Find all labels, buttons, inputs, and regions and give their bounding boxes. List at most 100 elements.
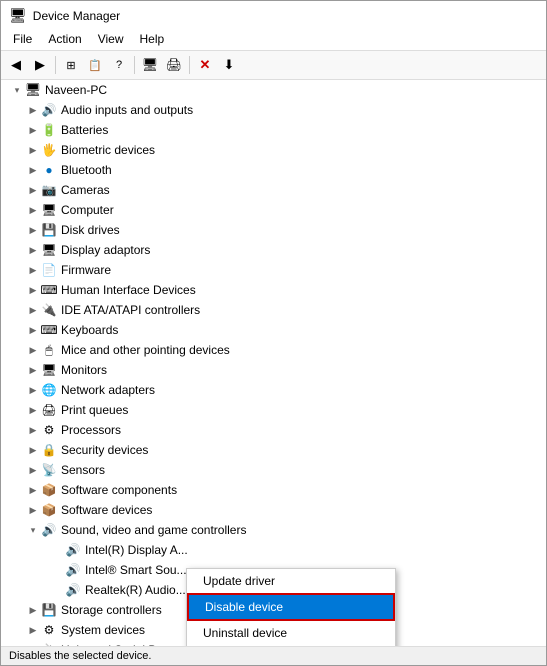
root-toggle[interactable]: ▾ — [9, 82, 25, 98]
toggle-network[interactable]: ▶ — [25, 382, 41, 398]
icon-storage: 💾 — [41, 602, 57, 618]
list-item[interactable]: ▾ 🔊 Sound, video and game controllers — [1, 520, 546, 540]
toggle-storage[interactable]: ▶ — [25, 602, 41, 618]
icon-proc: ⚙ — [41, 422, 57, 438]
label-cameras: Cameras — [61, 181, 110, 199]
context-disable-device[interactable]: Disable device — [187, 593, 395, 621]
icon-cameras: 📷 — [41, 182, 57, 198]
toolbar-help[interactable]: ? — [108, 54, 130, 76]
list-item[interactable]: ▶ 🖐 Biometric devices — [1, 140, 546, 160]
toggle-disk[interactable]: ▶ — [25, 222, 41, 238]
toggle-sound[interactable]: ▾ — [25, 522, 41, 538]
list-item[interactable]: ▶ 📦 Software devices — [1, 500, 546, 520]
icon-computer: 🖥 — [41, 202, 57, 218]
icon-mice: 🖱 — [41, 342, 57, 358]
toggle-cameras[interactable]: ▶ — [25, 182, 41, 198]
toggle-usb[interactable]: ▶ — [25, 642, 41, 646]
toggle-batteries[interactable]: ▶ — [25, 122, 41, 138]
list-item[interactable]: ▶ 🔌 IDE ATA/ATAPI controllers — [1, 300, 546, 320]
toggle-mice[interactable]: ▶ — [25, 342, 41, 358]
icon-monitors: 🖥 — [41, 362, 57, 378]
list-item[interactable]: ▶ 🖥 Display adaptors — [1, 240, 546, 260]
toolbar-scan[interactable]: ⬇ — [218, 54, 240, 76]
root-label: Naveen-PC — [45, 81, 107, 99]
list-item[interactable]: ▶ ● Bluetooth — [1, 160, 546, 180]
toggle-ide[interactable]: ▶ — [25, 302, 41, 318]
label-bluetooth: Bluetooth — [61, 161, 112, 179]
context-uninstall-device[interactable]: Uninstall device — [187, 621, 395, 645]
root-icon: 🖥 — [25, 82, 41, 98]
toolbar-properties[interactable]: ⊞ — [60, 54, 82, 76]
toggle-bluetooth[interactable]: ▶ — [25, 162, 41, 178]
menu-file[interactable]: File — [5, 30, 40, 48]
icon-system: ⚙ — [41, 622, 57, 638]
icon-firmware: 📄 — [41, 262, 57, 278]
icon-sw-dev: 📦 — [41, 502, 57, 518]
toolbar-device-mgr[interactable]: 🖥 — [139, 54, 161, 76]
icon-intel-display: 🔊 — [65, 542, 81, 558]
toggle-proc[interactable]: ▶ — [25, 422, 41, 438]
list-item[interactable]: ▶ 🖥 Monitors — [1, 360, 546, 380]
list-item[interactable]: ▶ 📄 Firmware — [1, 260, 546, 280]
toolbar-back[interactable]: ◀ — [5, 54, 27, 76]
toggle-display[interactable]: ▶ — [25, 242, 41, 258]
label-intel-display: Intel(R) Display A... — [85, 541, 188, 559]
list-item[interactable]: ▶ 📦 Software components — [1, 480, 546, 500]
icon-security: 🔒 — [41, 442, 57, 458]
icon-network: 🌐 — [41, 382, 57, 398]
toggle-keyboards[interactable]: ▶ — [25, 322, 41, 338]
toolbar-update[interactable]: 📋 — [84, 54, 106, 76]
list-item[interactable]: ▶ ⌨ Human Interface Devices — [1, 280, 546, 300]
spacer-2 — [49, 562, 65, 578]
list-item[interactable]: ▶ 🖨 Print queues — [1, 400, 546, 420]
content-area[interactable]: ▾ 🖥 Naveen-PC ▶ 🔊 Audio inputs and outpu… — [1, 80, 546, 646]
toggle-sw-dev[interactable]: ▶ — [25, 502, 41, 518]
menu-help[interactable]: Help — [132, 30, 173, 48]
label-disk: Disk drives — [61, 221, 120, 239]
toggle-system[interactable]: ▶ — [25, 622, 41, 638]
toolbar-forward[interactable]: ▶ — [29, 54, 51, 76]
icon-biometric: 🖐 — [41, 142, 57, 158]
toggle-biometric[interactable]: ▶ — [25, 142, 41, 158]
context-update-driver[interactable]: Update driver — [187, 569, 395, 593]
toggle-firmware[interactable]: ▶ — [25, 262, 41, 278]
toggle-print[interactable]: ▶ — [25, 402, 41, 418]
label-firmware: Firmware — [61, 261, 111, 279]
status-bar: Disables the selected device. — [1, 646, 546, 665]
toolbar-remove[interactable]: ✕ — [194, 54, 216, 76]
toggle-hid[interactable]: ▶ — [25, 282, 41, 298]
label-network: Network adapters — [61, 381, 155, 399]
window-title: Device Manager — [33, 9, 120, 23]
menu-action[interactable]: Action — [40, 30, 89, 48]
list-item[interactable]: ▶ 🖱 Mice and other pointing devices — [1, 340, 546, 360]
list-item[interactable]: ▶ 💾 Disk drives — [1, 220, 546, 240]
list-item[interactable]: ▶ ⌨ Keyboards — [1, 320, 546, 340]
list-item[interactable]: ▶ 🔊 Audio inputs and outputs — [1, 100, 546, 120]
icon-bluetooth: ● — [41, 162, 57, 178]
list-item[interactable]: ▶ 📷 Cameras — [1, 180, 546, 200]
toggle-audio[interactable]: ▶ — [25, 102, 41, 118]
tree-root[interactable]: ▾ 🖥 Naveen-PC — [1, 80, 546, 100]
toolbar-print[interactable]: 🖨 — [163, 54, 185, 76]
toggle-monitors[interactable]: ▶ — [25, 362, 41, 378]
toolbar-sep-1 — [55, 56, 56, 74]
icon-hid: ⌨ — [41, 282, 57, 298]
toggle-computer[interactable]: ▶ — [25, 202, 41, 218]
label-keyboards: Keyboards — [61, 321, 118, 339]
toggle-sw-comp[interactable]: ▶ — [25, 482, 41, 498]
list-item[interactable]: ▶ 🔋 Batteries — [1, 120, 546, 140]
toggle-sensors[interactable]: ▶ — [25, 462, 41, 478]
icon-print: 🖨 — [41, 402, 57, 418]
list-item[interactable]: ▶ 🔒 Security devices — [1, 440, 546, 460]
list-item[interactable]: ▶ 📡 Sensors — [1, 460, 546, 480]
list-item[interactable]: ▶ ⚙ Processors — [1, 420, 546, 440]
label-mice: Mice and other pointing devices — [61, 341, 230, 359]
toolbar-sep-3 — [189, 56, 190, 74]
toggle-security[interactable]: ▶ — [25, 442, 41, 458]
list-item[interactable]: ▶ 🌐 Network adapters — [1, 380, 546, 400]
label-computer: Computer — [61, 201, 114, 219]
list-item[interactable]: ▶ 🖥 Computer — [1, 200, 546, 220]
list-item[interactable]: 🔊 Intel(R) Display A... — [1, 540, 546, 560]
title-bar: 🖥 Device Manager — [1, 1, 546, 28]
menu-view[interactable]: View — [90, 30, 132, 48]
